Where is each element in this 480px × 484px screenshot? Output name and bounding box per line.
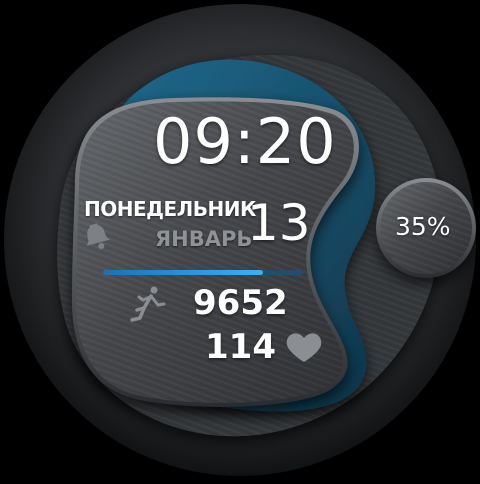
battery-percent: 35% xyxy=(395,212,451,241)
heart-rate-value: 114 xyxy=(205,327,276,367)
steps-count: 9652 xyxy=(193,283,288,323)
steps-progress-fill xyxy=(103,270,263,275)
watch-face: 09:20 ПОНЕДЕЛЬНИК ЯНВАРЬ 13 9652 114 35% xyxy=(0,0,480,480)
time-display: 09:20 xyxy=(153,105,337,178)
month-label: ЯНВАРЬ xyxy=(155,227,253,251)
day-number: 13 xyxy=(247,194,311,252)
weekday-label: ПОНЕДЕЛЬНИК xyxy=(84,197,256,221)
